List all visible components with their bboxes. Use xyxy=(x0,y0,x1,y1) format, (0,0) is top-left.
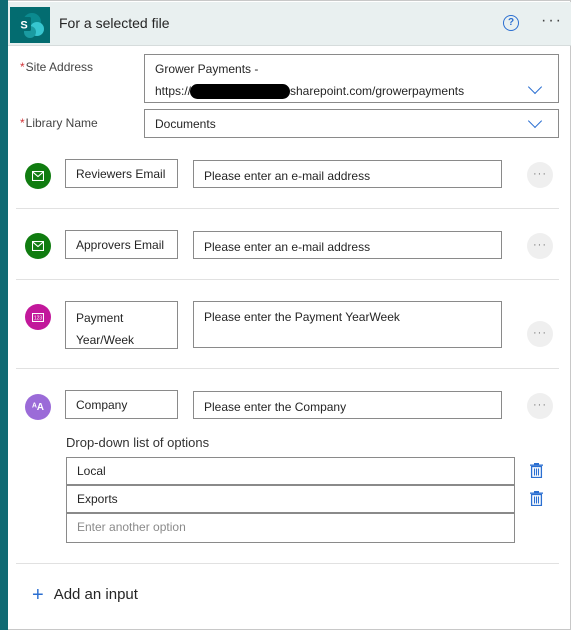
library-name-value: Documents xyxy=(155,117,216,131)
input-placeholder-approvers-email[interactable]: Please enter an e-mail address xyxy=(193,231,502,259)
chevron-down-icon[interactable] xyxy=(527,79,543,95)
input-name-reviewers-email[interactable]: Reviewers Email xyxy=(65,159,178,188)
site-address-line1: Grower Payments - xyxy=(155,62,259,76)
plus-icon: + xyxy=(32,584,44,606)
svg-text:S: S xyxy=(20,20,27,32)
divider xyxy=(16,279,559,280)
redaction-mark xyxy=(190,84,290,99)
dropdown-option[interactable]: Exports xyxy=(66,485,515,513)
card-title: For a selected file xyxy=(59,15,170,31)
divider xyxy=(16,563,559,564)
text-icon: ᴬA xyxy=(25,394,51,420)
mail-icon xyxy=(25,233,51,259)
input-name-payment-yearweek[interactable]: Payment Year/Week xyxy=(65,301,178,349)
trash-icon[interactable] xyxy=(530,463,543,479)
more-options-button[interactable]: ··· xyxy=(527,162,553,188)
more-options-button[interactable]: ··· xyxy=(527,233,553,259)
number-icon: 123 xyxy=(25,304,51,330)
add-input-button[interactable]: + Add an input xyxy=(32,584,138,607)
library-name-dropdown[interactable]: Documents xyxy=(144,109,559,138)
input-placeholder-company[interactable]: Please enter the Company xyxy=(193,391,502,419)
input-name-company[interactable]: Company xyxy=(65,390,178,419)
trash-icon[interactable] xyxy=(530,491,543,507)
svg-text:123: 123 xyxy=(34,315,43,321)
divider xyxy=(16,208,559,209)
site-address-label: *Site Address xyxy=(20,60,94,74)
dropdown-option[interactable]: Local xyxy=(66,457,515,485)
input-placeholder-payment-yearweek[interactable]: Please enter the Payment YearWeek xyxy=(193,301,502,348)
mail-icon xyxy=(25,163,51,189)
input-name-line1: Payment xyxy=(76,311,124,325)
input-name-approvers-email[interactable]: Approvers Email xyxy=(65,230,178,259)
input-name-line2: Year/Week xyxy=(76,333,135,347)
site-address-line2-suffix: sharepoint.com/growerpayments xyxy=(290,84,465,98)
divider xyxy=(16,368,559,369)
sharepoint-icon: S xyxy=(10,7,50,43)
card-accent-bar xyxy=(0,0,8,630)
dropdown-options-title: Drop-down list of options xyxy=(66,435,210,450)
chevron-down-icon[interactable] xyxy=(527,113,543,129)
add-option-input[interactable]: Enter another option xyxy=(66,513,515,543)
more-options-button[interactable]: ··· xyxy=(527,321,553,347)
library-name-label: *Library Name xyxy=(20,116,98,130)
more-options-button[interactable]: ··· xyxy=(527,393,553,419)
add-input-label: Add an input xyxy=(53,586,138,603)
input-placeholder-reviewers-email[interactable]: Please enter an e-mail address xyxy=(193,160,502,188)
help-icon[interactable]: ? xyxy=(503,15,519,31)
card-header[interactable]: S For a selected file ? ··· xyxy=(8,2,571,46)
site-address-line2-prefix: https:// xyxy=(155,84,192,98)
more-options-icon[interactable]: ··· xyxy=(541,12,563,30)
